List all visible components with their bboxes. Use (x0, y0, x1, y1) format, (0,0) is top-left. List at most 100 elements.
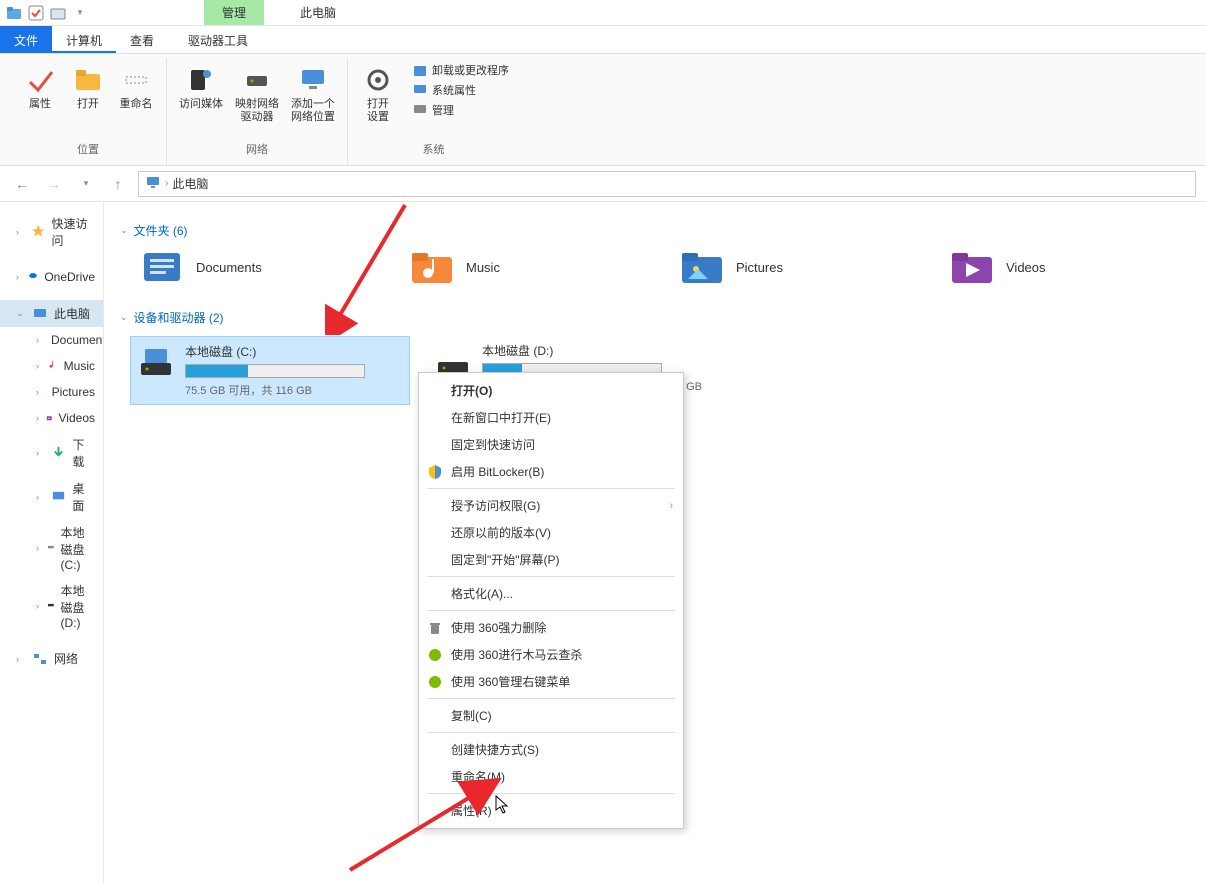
drive-c[interactable]: 本地磁盘 (C:) 75.5 GB 可用，共 116 GB (130, 336, 410, 405)
devices-header-label: 设备和驱动器 (2) (134, 309, 224, 326)
address-bar[interactable]: › 此电脑 (138, 171, 1196, 197)
uninstall-button[interactable]: 卸载或更改程序 (412, 62, 509, 78)
ctx-copy[interactable]: 复制(C) (419, 702, 683, 729)
system-properties-button[interactable]: 系统属性 (412, 82, 509, 98)
sidebar-item-drive-c[interactable]: ›本地磁盘 (C:) (0, 519, 103, 577)
sidebar-item-music[interactable]: ›Music (0, 353, 103, 379)
sidebar-item-this-pc[interactable]: ⌄ 此电脑 (0, 300, 103, 327)
star-icon (31, 224, 45, 240)
breadcrumb-root[interactable]: 此电脑 (172, 175, 208, 192)
ctx-open-new-window-label: 在新窗口中打开(E) (451, 409, 551, 426)
ctx-format-label: 格式化(A)... (451, 585, 513, 602)
group-network-label: 网络 (177, 139, 337, 161)
ctx-pin-start[interactable]: 固定到"开始"屏幕(P) (419, 546, 683, 573)
access-media-button[interactable]: 访问媒体 (177, 62, 225, 113)
ctx-bitlocker-label: 启用 BitLocker(B) (451, 463, 544, 480)
chevron-right-icon: › (16, 227, 25, 237)
group-location-label: 位置 (20, 139, 156, 161)
manage-contextual-tab[interactable]: 管理 (204, 0, 264, 25)
ctx-enable-bitlocker[interactable]: 启用 BitLocker(B) (419, 458, 683, 485)
ctx-360-trojan-scan[interactable]: 使用 360进行木马云查杀 (419, 641, 683, 668)
documents-folder-label: Documents (196, 260, 262, 275)
window-title: 此电脑 (300, 4, 336, 21)
ctx-360-force-delete[interactable]: 使用 360强力删除 (419, 614, 683, 641)
computer-icon (32, 306, 48, 322)
drive-network-icon (241, 64, 273, 96)
menu-separator (427, 732, 675, 733)
open-button[interactable]: 打开 (68, 62, 108, 113)
folder-pictures[interactable]: Pictures (680, 249, 920, 285)
ctx-open[interactable]: 打开(O) (419, 377, 683, 404)
map-drive-label: 映射网络 驱动器 (235, 98, 279, 124)
ctx-properties[interactable]: 属性(R) (419, 797, 683, 824)
map-drive-button[interactable]: 映射网络 驱动器 (233, 62, 281, 126)
rename-button[interactable]: 重命名 (116, 62, 156, 113)
folder-videos[interactable]: Videos (950, 249, 1190, 285)
folders-header-label: 文件夹 (6) (134, 222, 188, 239)
manage-label: 管理 (432, 102, 454, 118)
add-network-button[interactable]: 添加一个 网络位置 (289, 62, 337, 126)
uninstall-label: 卸载或更改程序 (432, 62, 509, 78)
section-header-devices[interactable]: ⌄ 设备和驱动器 (2) (120, 309, 1190, 326)
ctx-rename[interactable]: 重命名(M) (419, 763, 683, 790)
drive-c-name: 本地磁盘 (C:) (185, 343, 403, 360)
ctx-grant-access[interactable]: 授予访问权限(G) › (419, 492, 683, 519)
sidebar-item-pictures[interactable]: ›Pictures (0, 379, 103, 405)
circle-360-icon (427, 674, 443, 690)
media-icon (185, 64, 217, 96)
check-icon (24, 64, 56, 96)
check-icon[interactable] (28, 5, 44, 21)
group-system-label: 系统 (358, 139, 509, 161)
sidebar-item-videos[interactable]: ›Videos (0, 405, 103, 431)
ctx-pin-quick-access[interactable]: 固定到快速访问 (419, 431, 683, 458)
properties-button[interactable]: 属性 (20, 62, 60, 113)
tab-view[interactable]: 查看 (116, 26, 168, 53)
chevron-right-icon: › (670, 500, 673, 511)
open-settings-button[interactable]: 打开 设置 (358, 62, 398, 126)
chevron-down-icon[interactable]: ▾ (72, 5, 88, 21)
ribbon-group-location: 属性 打开 重命名 位置 (10, 58, 167, 165)
ctx-restore-previous[interactable]: 还原以前的版本(V) (419, 519, 683, 546)
forward-button[interactable]: → (42, 172, 66, 196)
tab-computer[interactable]: 计算机 (52, 26, 116, 53)
qat-folder-icon[interactable] (50, 5, 66, 21)
circle-360-icon (427, 647, 443, 663)
sidebar-item-quick-access[interactable]: › 快速访问 (0, 210, 103, 254)
up-button[interactable]: ↑ (106, 172, 130, 196)
properties-label: 属性 (29, 98, 51, 111)
back-button[interactable]: ← (10, 172, 34, 196)
ctx-open-new-window[interactable]: 在新窗口中打开(E) (419, 404, 683, 431)
folder-icon[interactable] (6, 5, 22, 21)
menu-separator (427, 576, 675, 577)
chevron-right-icon: › (36, 601, 41, 611)
folder-documents[interactable]: Documents (140, 249, 380, 285)
videos-folder-icon (950, 249, 994, 285)
computer-icon (145, 174, 161, 193)
folder-music[interactable]: Music (410, 249, 650, 285)
drive-c-capacity: 75.5 GB 可用，共 116 GB (185, 382, 403, 398)
tab-file[interactable]: 文件 (0, 26, 52, 53)
recent-dropdown[interactable]: ▾ (74, 172, 98, 196)
desktop-icon (51, 489, 66, 505)
sidebar-item-network[interactable]: ›网络 (0, 645, 103, 672)
sidebar-item-desktop[interactable]: ›桌面 (0, 475, 103, 519)
monitor-icon (297, 64, 329, 96)
section-header-folders[interactable]: ⌄ 文件夹 (6) (120, 222, 1190, 239)
chevron-right-icon: › (36, 448, 45, 458)
shield-icon (427, 464, 443, 480)
ctx-360-manage-menu[interactable]: 使用 360管理右键菜单 (419, 668, 683, 695)
drive-c-label: 本地磁盘 (C:) (61, 524, 95, 572)
tab-drive-tools[interactable]: 驱动器工具 (174, 26, 262, 53)
tool-icon (412, 102, 428, 118)
sidebar-item-downloads[interactable]: ›下载 (0, 431, 103, 475)
ctx-create-shortcut[interactable]: 创建快捷方式(S) (419, 736, 683, 763)
sidebar-item-onedrive[interactable]: › OneDrive (0, 264, 103, 290)
ctx-grant-access-label: 授予访问权限(G) (451, 497, 540, 514)
sidebar-item-documents[interactable]: ›Documents (0, 327, 103, 353)
sidebar-item-drive-d[interactable]: ›本地磁盘 (D:) (0, 577, 103, 635)
menu-separator (427, 610, 675, 611)
manage-button[interactable]: 管理 (412, 102, 509, 118)
chevron-right-icon: › (36, 387, 39, 397)
rename-label: 重命名 (120, 98, 153, 111)
ctx-format[interactable]: 格式化(A)... (419, 580, 683, 607)
